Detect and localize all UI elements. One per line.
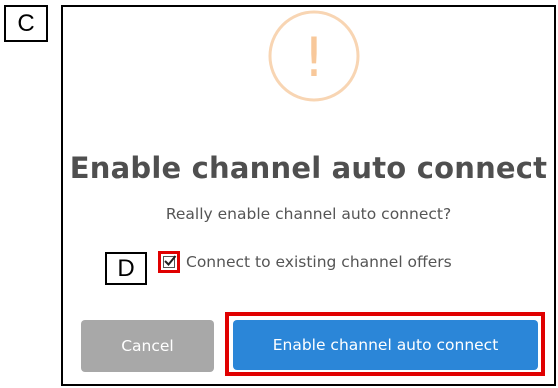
exclamation-mark: ! xyxy=(303,26,325,89)
callout-label-d: D xyxy=(105,252,147,285)
enable-auto-connect-button[interactable]: Enable channel auto connect xyxy=(233,320,538,370)
checkmark-icon xyxy=(164,255,177,266)
callout-label-c: C xyxy=(4,5,48,42)
exclamation-circle-icon: ! xyxy=(268,10,360,102)
connect-existing-offers-label[interactable]: Connect to existing channel offers xyxy=(186,253,452,271)
checkbox-highlight xyxy=(158,251,180,273)
connect-existing-offers-row: Connect to existing channel offers xyxy=(158,250,452,274)
cancel-button[interactable]: Cancel xyxy=(81,320,214,372)
connect-existing-offers-checkbox[interactable] xyxy=(163,255,177,268)
dialog-title: Enable channel auto connect xyxy=(69,151,548,185)
dialog-message: Really enable channel auto connect? xyxy=(165,205,452,223)
